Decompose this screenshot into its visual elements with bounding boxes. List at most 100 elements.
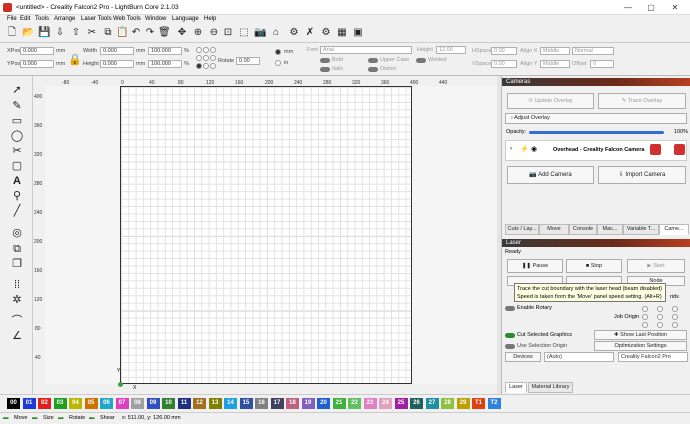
hspace-field[interactable]: 0.00	[491, 47, 517, 55]
close-button[interactable]: ✕	[667, 2, 683, 13]
palette-swatch[interactable]: 20	[317, 398, 330, 409]
rotate-field[interactable]: 0.00	[236, 57, 260, 65]
grid-array-icon[interactable]: ⁞⁞	[10, 278, 24, 292]
align-y-select[interactable]: Middle	[540, 60, 570, 68]
anchor-bc[interactable]	[203, 63, 209, 69]
circular-array-icon[interactable]: ✲	[10, 293, 24, 307]
optimization-settings-button[interactable]: Optimization Settings	[594, 341, 687, 351]
tab-console[interactable]: Console	[569, 224, 597, 235]
shear-toggle-icon[interactable]: ▬	[89, 415, 95, 421]
measure-icon[interactable]: ╱	[10, 204, 24, 218]
palette-swatch[interactable]: 05	[84, 398, 98, 409]
xpos-field[interactable]: 0.000	[20, 47, 54, 55]
maximize-button[interactable]: ▢	[643, 2, 659, 13]
palette-swatch[interactable]: 02	[38, 398, 51, 409]
palette-swatch[interactable]: 26	[410, 398, 423, 409]
angle-icon[interactable]: ∠	[10, 329, 24, 343]
settings-icon[interactable]: ⚙	[320, 27, 332, 39]
camera-list-item[interactable]: › ⚡ ◉ Overhead - Creality Falcon Camera	[505, 140, 687, 161]
device-select[interactable]: Creality Falcon2 Pro	[618, 352, 688, 362]
enable-rotary-toggle[interactable]	[505, 306, 515, 311]
redo-icon[interactable]: ↷	[144, 27, 156, 39]
palette-swatch[interactable]: 10	[162, 398, 175, 409]
copy-icon[interactable]: ⧉	[102, 27, 114, 39]
tab-laser[interactable]: Laser	[505, 382, 527, 393]
origin-tr[interactable]	[672, 306, 678, 312]
show-last-position-button[interactable]: ✚ Show Last Position	[594, 330, 687, 340]
tab-variable-text[interactable]: Variable T...	[623, 224, 659, 235]
select-tool-icon[interactable]: ➚	[10, 83, 24, 97]
update-overlay-button[interactable]: ⟳ Update Overlay	[507, 93, 594, 109]
palette-swatch[interactable]: 11	[177, 398, 191, 409]
palette-swatch[interactable]: 29	[456, 398, 470, 409]
zoom-out-icon[interactable]: ⊖	[208, 27, 220, 39]
menu-language[interactable]: Language	[172, 16, 199, 22]
import-camera-button[interactable]: ⇩ Import Camera	[598, 166, 686, 184]
camera-settings-icon[interactable]	[650, 144, 661, 155]
paste-icon[interactable]: 📋	[116, 27, 128, 39]
text-mode-select[interactable]: Normal	[572, 47, 614, 55]
welded-toggle[interactable]	[416, 58, 426, 63]
devices-button[interactable]: Devices	[505, 352, 541, 362]
vspace-field[interactable]: 0.00	[491, 60, 517, 68]
palette-swatch[interactable]: 06	[100, 398, 113, 409]
palette-swatch[interactable]: 01	[22, 398, 36, 409]
arrange-icon[interactable]: ▦	[336, 27, 348, 39]
device-icon[interactable]: ⚙	[288, 27, 300, 39]
anchor-mr[interactable]	[210, 55, 216, 61]
tab-cuts-layers[interactable]: Cuts / Lay...	[505, 224, 539, 235]
origin-tc[interactable]	[657, 306, 663, 312]
use-selection-origin-toggle[interactable]	[505, 344, 515, 349]
export-icon[interactable]: ⇧	[70, 27, 82, 39]
cut-icon[interactable]: ✂	[86, 27, 98, 39]
add-camera-button[interactable]: 📷 Add Camera	[507, 166, 594, 184]
menu-web-tools[interactable]: Web Tools	[113, 16, 141, 22]
trace-overlay-button[interactable]: ✎ Trace Overlay	[598, 93, 686, 109]
anchor-tr[interactable]	[210, 47, 216, 53]
anchor-tl[interactable]	[196, 47, 202, 53]
menu-tools[interactable]: Tools	[35, 16, 49, 22]
delete-icon[interactable]: 🗑	[158, 27, 171, 39]
palette-swatch[interactable]: 16	[255, 398, 268, 409]
lock-icon[interactable]: 🔒	[68, 53, 82, 66]
menu-window[interactable]: Window	[145, 16, 166, 22]
palette-swatch[interactable]: T2	[487, 398, 501, 409]
scale-width-field[interactable]: 100.000	[148, 47, 182, 55]
palette-swatch[interactable]: 09	[146, 398, 160, 409]
palette-swatch[interactable]: 14	[224, 398, 237, 409]
zoom-frame-icon[interactable]: ⬚	[238, 27, 250, 39]
in-radio[interactable]	[275, 60, 281, 66]
pause-button[interactable]: ❚❚ Pause	[507, 259, 563, 273]
palette-swatch[interactable]: 12	[193, 398, 206, 409]
width-field[interactable]: 0.000	[100, 47, 134, 55]
menu-help[interactable]: Help	[204, 16, 216, 22]
origin-mc[interactable]	[657, 314, 663, 320]
move-toggle-icon[interactable]: ▬	[3, 415, 9, 421]
offset-field[interactable]: 0	[590, 60, 614, 68]
distort-toggle[interactable]	[368, 67, 378, 72]
palette-swatch[interactable]: 03	[53, 398, 67, 409]
palette-swatch[interactable]: 27	[425, 398, 439, 409]
font-select[interactable]: Arial	[320, 46, 412, 54]
height-field[interactable]: 0.000	[100, 60, 134, 68]
anchor-bl[interactable]	[196, 63, 202, 69]
zoom-fit-icon[interactable]: ⊡	[222, 27, 234, 39]
tab-cameras[interactable]: Came...	[659, 224, 689, 235]
palette-swatch[interactable]: 25	[394, 398, 408, 409]
position-pin-icon[interactable]: ⚲	[10, 189, 24, 203]
home-icon[interactable]: ⌂	[270, 27, 282, 39]
palette-swatch[interactable]: 28	[441, 398, 454, 409]
edit-nodes-icon[interactable]: ✎	[10, 99, 24, 113]
link-icon[interactable]: ⚡	[520, 145, 529, 153]
origin-bl[interactable]	[642, 322, 648, 328]
ypos-field[interactable]: 0.000	[20, 60, 54, 68]
origin-br[interactable]	[672, 322, 678, 328]
stop-button[interactable]: ■ Stop	[566, 259, 622, 273]
menu-laser-tools[interactable]: Laser Tools	[81, 16, 112, 22]
palette-swatch[interactable]: 23	[363, 398, 377, 409]
eye-icon[interactable]: ◉	[531, 145, 537, 153]
text-height-field[interactable]: 12.00	[436, 46, 466, 54]
palette-swatch[interactable]: 08	[131, 398, 144, 409]
offset-icon[interactable]: ◎	[10, 226, 24, 240]
italic-toggle[interactable]	[320, 67, 330, 72]
